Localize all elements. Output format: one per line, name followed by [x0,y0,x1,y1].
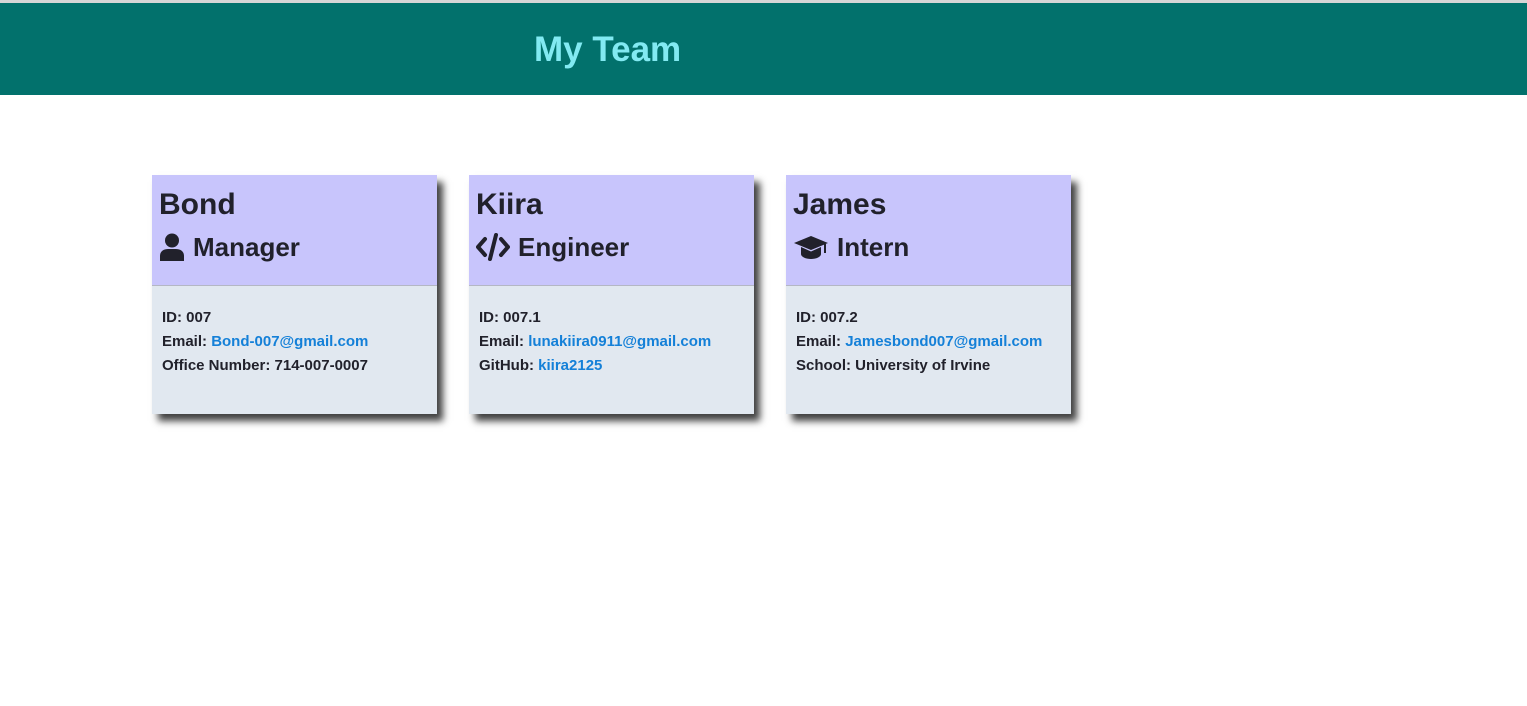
card-header: James Intern [786,175,1071,286]
office-number-row: Office Number: 714-007-0007 [162,354,368,378]
id-row: ID: 007.1 [479,306,711,330]
email-link[interactable]: lunakiira0911@gmail.com [528,333,711,350]
id-row: ID: 007 [162,306,368,330]
id-value: 007.2 [820,309,858,326]
page-title: My Team [534,30,682,69]
email-link[interactable]: Bond-007@gmail.com [211,333,368,350]
card-details: ID: 007.1 Email: lunakiira0911@gmail.com… [479,306,711,378]
email-label: Email: [479,333,525,350]
employee-card-engineer: Kiira Engineer ID: 007.1 Email: lunakiir… [469,175,754,414]
employee-card-intern: James Intern ID: 007.2 Email: Jamesbond0… [786,175,1071,414]
id-label: ID: [162,309,182,326]
github-label: GitHub: [479,357,534,374]
card-header: Kiira Engineer [469,175,754,286]
github-row: GitHub: kiira2125 [479,354,711,378]
code-icon [476,233,510,261]
graduation-cap-icon [793,233,829,261]
user-icon [159,233,185,261]
employee-role: Manager [159,231,300,263]
employee-name: Kiira [476,188,543,221]
office-number-value: 714-007-0007 [274,357,368,374]
school-value: University of Irvine [855,357,991,374]
email-label: Email: [162,333,208,350]
card-header: Bond Manager [152,175,437,286]
id-label: ID: [796,309,816,326]
employee-role: Engineer [476,231,629,263]
page-header: My Team [0,3,1527,95]
school-label: School: [796,357,851,374]
role-label: Intern [837,232,910,262]
id-value: 007.1 [503,309,541,326]
office-number-label: Office Number: [162,357,271,374]
email-row: Email: Bond-007@gmail.com [162,330,368,354]
role-label: Engineer [518,232,630,262]
school-row: School: University of Irvine [796,354,1042,378]
employee-role: Intern [793,231,909,263]
github-link[interactable]: kiira2125 [538,357,602,374]
id-value: 007 [186,309,212,326]
email-link[interactable]: Jamesbond007@gmail.com [845,333,1042,350]
employee-name: James [793,188,887,221]
employee-card-manager: Bond Manager ID: 007 Email: Bond-007@gma… [152,175,437,414]
id-row: ID: 007.2 [796,306,1042,330]
email-row: Email: Jamesbond007@gmail.com [796,330,1042,354]
employee-name: Bond [159,188,236,221]
email-label: Email: [796,333,842,350]
email-row: Email: lunakiira0911@gmail.com [479,330,711,354]
id-label: ID: [479,309,499,326]
role-label: Manager [193,232,300,262]
card-details: ID: 007 Email: Bond-007@gmail.com Office… [162,306,368,378]
card-details: ID: 007.2 Email: Jamesbond007@gmail.com … [796,306,1042,378]
